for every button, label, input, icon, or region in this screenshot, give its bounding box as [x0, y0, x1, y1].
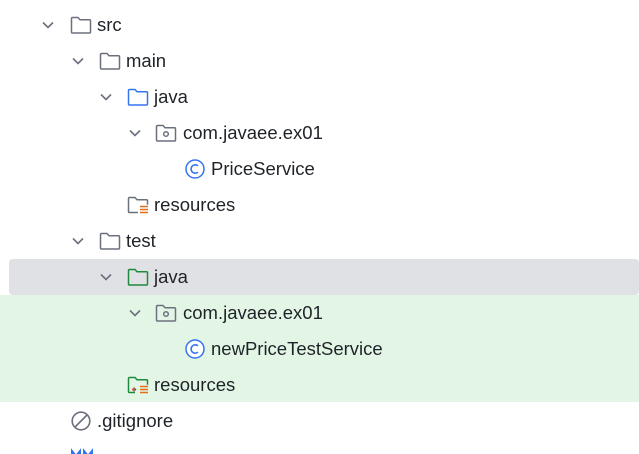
- gitignore-icon: [71, 411, 91, 431]
- tree-label-price-service: PriceService: [211, 158, 315, 179]
- chevron-down-icon[interactable]: [71, 54, 85, 68]
- tree-row-test-package[interactable]: com.javaee.ex01: [0, 295, 639, 331]
- tree-row-main-package[interactable]: com.javaee.ex01: [0, 115, 639, 151]
- chevron-down-icon[interactable]: [128, 126, 142, 140]
- tree-label-src: src: [97, 14, 122, 35]
- chevron-down-icon[interactable]: [71, 234, 85, 248]
- tree-label-test: test: [126, 230, 156, 251]
- tree-row-test-resources[interactable]: resources: [0, 367, 639, 403]
- tree-label-main-package: com.javaee.ex01: [183, 122, 323, 143]
- source-folder-icon: [127, 88, 149, 106]
- tree-label-test-package: com.javaee.ex01: [183, 302, 323, 323]
- chevron-down-icon[interactable]: [99, 270, 113, 284]
- tree-row-main-resources[interactable]: resources: [0, 187, 639, 223]
- tree-row-new-price-test-service[interactable]: newPriceTestService: [0, 331, 639, 367]
- tree-row-test-java[interactable]: java: [9, 259, 639, 295]
- test-source-folder-icon: [127, 268, 149, 286]
- chevron-down-icon[interactable]: [99, 90, 113, 104]
- tree-label-test-java: java: [154, 266, 188, 287]
- tree-row-main-java[interactable]: java: [0, 79, 639, 115]
- package-icon: [155, 124, 177, 142]
- java-class-icon: [185, 339, 205, 359]
- tree-row-test[interactable]: test: [0, 223, 639, 259]
- resources-folder-icon: [127, 196, 149, 214]
- tree-label-new-price-test-service: newPriceTestService: [211, 338, 383, 359]
- package-icon: [155, 304, 177, 322]
- tree-label-test-resources: resources: [154, 374, 236, 395]
- folder-icon: [99, 232, 121, 250]
- tree-label-main-java: java: [154, 86, 188, 107]
- tree-label-main-resources: resources: [154, 194, 236, 215]
- folder-icon: [99, 52, 121, 70]
- folder-icon: [70, 16, 92, 34]
- tree-row-main[interactable]: main: [0, 43, 639, 79]
- chevron-down-icon[interactable]: [41, 18, 55, 32]
- test-resources-folder-icon: [127, 376, 149, 394]
- java-class-icon: [185, 159, 205, 179]
- tree-row-price-service[interactable]: PriceService: [0, 151, 639, 187]
- tree-row-src[interactable]: src: [0, 7, 639, 43]
- tree-label-main: main: [126, 50, 167, 71]
- tree-row-gitignore[interactable]: .gitignore: [0, 403, 639, 439]
- maven-icon: [71, 448, 93, 454]
- tree-label-gitignore: .gitignore: [97, 410, 174, 431]
- chevron-down-icon[interactable]: [128, 306, 142, 320]
- tree-row-partial[interactable]: [0, 439, 639, 454]
